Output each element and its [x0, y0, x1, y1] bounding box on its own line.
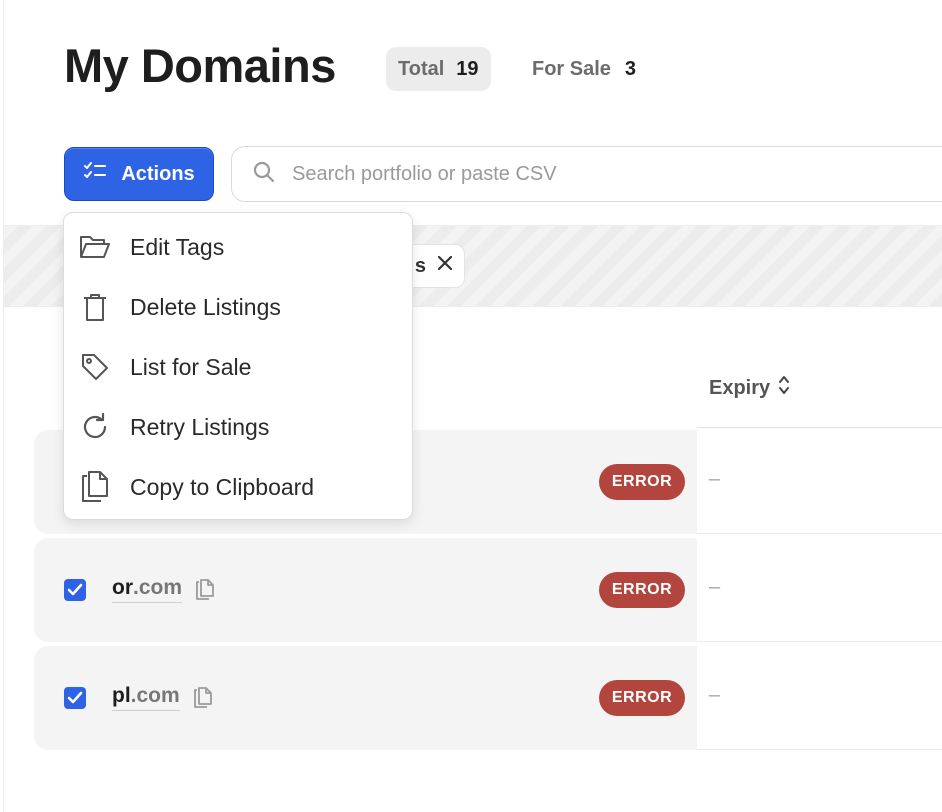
domain-tld: .com — [133, 576, 183, 599]
menu-item-list-for-sale[interactable]: List for Sale — [64, 337, 412, 397]
for-sale-label: For Sale — [532, 57, 611, 80]
search-icon — [252, 160, 276, 189]
column-header-expiry[interactable]: Expiry — [709, 374, 790, 402]
expiry-value: – — [709, 684, 721, 706]
row-divider — [697, 533, 942, 534]
for-sale-value: 3 — [624, 57, 637, 80]
copy-icon[interactable] — [192, 686, 214, 715]
actions-label: Actions — [121, 162, 195, 185]
domain-label: or — [112, 576, 133, 599]
menu-item-label: Retry Listings — [130, 413, 270, 440]
search-box[interactable] — [231, 146, 942, 202]
total-count-badge: Total 19 — [386, 47, 491, 91]
table-header-divider — [697, 427, 942, 428]
menu-item-edit-tags[interactable]: Edit Tags — [64, 217, 412, 277]
search-input[interactable] — [292, 162, 892, 186]
actions-button[interactable]: Actions — [64, 147, 214, 201]
copy-icon[interactable] — [194, 578, 216, 607]
folder-open-icon — [78, 230, 112, 264]
refresh-icon — [78, 410, 112, 444]
expiry-value: – — [709, 576, 721, 598]
trash-icon — [78, 290, 112, 324]
menu-item-retry-listings[interactable]: Retry Listings — [64, 397, 412, 457]
sort-icon — [778, 374, 790, 402]
page-left-border — [0, 0, 4, 812]
status-badge: ERROR — [599, 572, 685, 608]
menu-item-copy-to-clipboard[interactable]: Copy to Clipboard — [64, 457, 412, 517]
menu-item-label: List for Sale — [130, 353, 252, 380]
expiry-header-label: Expiry — [709, 376, 771, 399]
menu-item-label: Copy to Clipboard — [130, 473, 315, 500]
status-badge: ERROR — [599, 464, 685, 500]
table-row[interactable]: pl .com ERROR – — [34, 646, 942, 750]
domain-name[interactable]: or .com — [112, 576, 183, 603]
total-value: 19 — [456, 57, 479, 80]
row-divider — [697, 641, 942, 642]
table-row[interactable]: or .com ERROR – — [34, 538, 942, 642]
domain-tld: .com — [130, 684, 180, 707]
row-checkbox[interactable] — [64, 579, 86, 601]
domain-label: pl — [112, 684, 131, 707]
for-sale-count[interactable]: For Sale 3 — [532, 47, 636, 91]
filter-chip-label: s — [414, 254, 426, 277]
row-divider — [697, 749, 942, 750]
menu-item-delete-listings[interactable]: Delete Listings — [64, 277, 412, 337]
status-badge: ERROR — [599, 680, 685, 716]
actions-menu: Edit Tags Delete Listings List for Sale — [63, 212, 413, 520]
page-title: My Domains — [64, 39, 336, 92]
tag-icon — [78, 350, 112, 384]
menu-item-label: Delete Listings — [130, 293, 281, 320]
checklist-icon — [83, 161, 107, 187]
copy-icon — [78, 470, 112, 504]
menu-item-label: Edit Tags — [130, 233, 225, 260]
expiry-value: – — [709, 468, 721, 490]
domain-name[interactable]: pl .com — [112, 684, 180, 711]
close-icon[interactable] — [436, 254, 454, 278]
row-checkbox[interactable] — [64, 687, 86, 709]
total-label: Total — [398, 57, 445, 80]
